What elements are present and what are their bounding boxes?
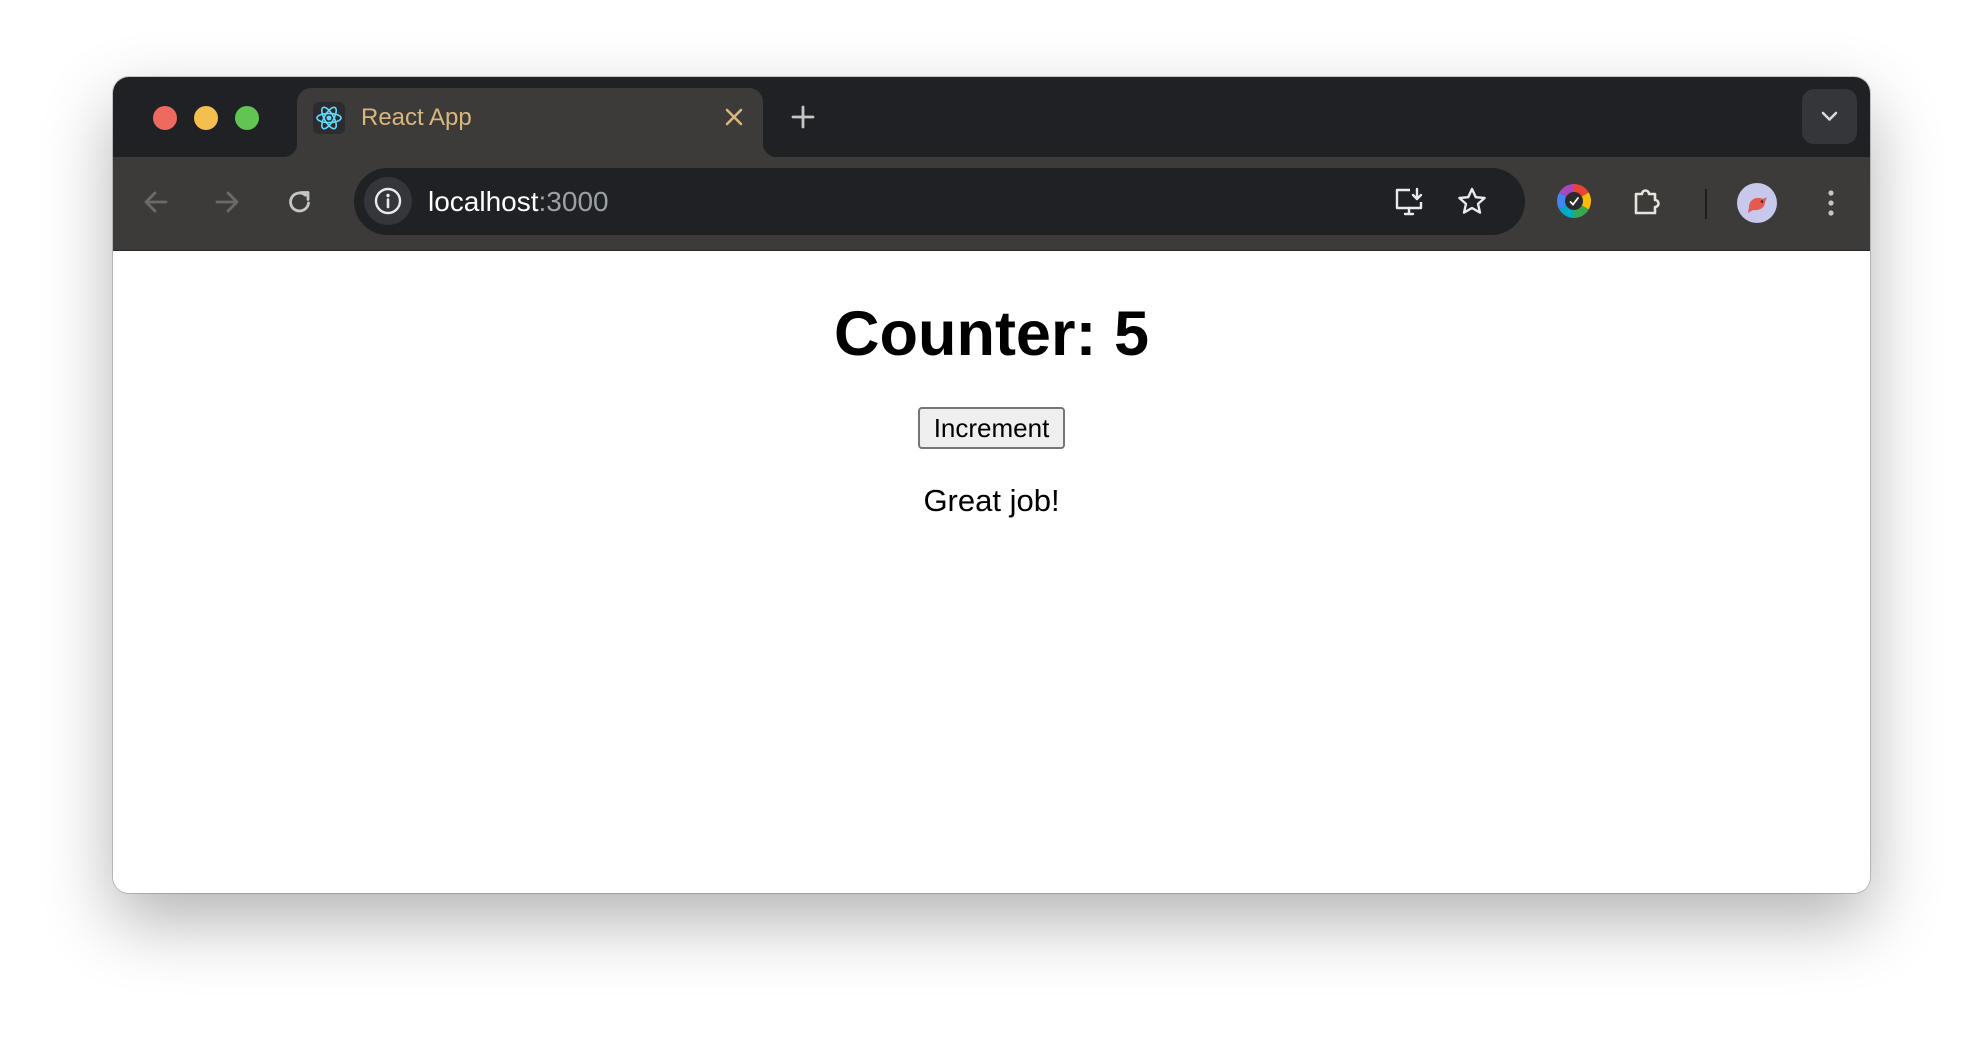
browser-toolbar: localhost:3000 (113, 157, 1870, 251)
browser-menu-icon[interactable] (1821, 183, 1841, 223)
reload-icon[interactable] (280, 182, 320, 222)
tab-search-chevron-down-icon[interactable] (1802, 89, 1857, 144)
window-close-button[interactable] (153, 106, 177, 130)
install-app-icon[interactable] (1391, 184, 1427, 220)
url-text: localhost:3000 (428, 187, 609, 217)
new-tab-plus-icon[interactable] (785, 99, 821, 135)
tab-title: React App (361, 104, 472, 131)
browser-window: React App localhost:3000 Counter: 5 Incr… (113, 77, 1870, 893)
page-content: Counter: 5 Increment Great job! (113, 251, 1870, 893)
back-arrow-icon[interactable] (136, 182, 176, 222)
tab-strip: React App (113, 77, 1870, 157)
window-maximize-button[interactable] (235, 106, 259, 130)
tab-react-app[interactable]: React App (283, 88, 777, 157)
color-picker-extension-icon[interactable] (1554, 181, 1594, 221)
url-host: localhost (428, 186, 539, 217)
tab-close-icon[interactable] (719, 102, 749, 132)
bookmark-star-icon[interactable] (1454, 184, 1490, 220)
forward-arrow-icon[interactable] (207, 182, 247, 222)
url-port: :3000 (538, 186, 609, 217)
react-logo-icon (313, 102, 345, 134)
extensions-puzzle-icon[interactable] (1627, 181, 1667, 221)
window-minimize-button[interactable] (194, 106, 218, 130)
increment-button[interactable]: Increment (917, 407, 1066, 449)
address-bar[interactable]: localhost:3000 (354, 168, 1525, 235)
feedback-message: Great job! (923, 483, 1060, 518)
site-info-icon[interactable] (364, 177, 412, 225)
toolbar-divider (1705, 189, 1707, 219)
counter-heading: Counter: 5 (834, 299, 1149, 369)
profile-avatar[interactable] (1737, 183, 1777, 223)
